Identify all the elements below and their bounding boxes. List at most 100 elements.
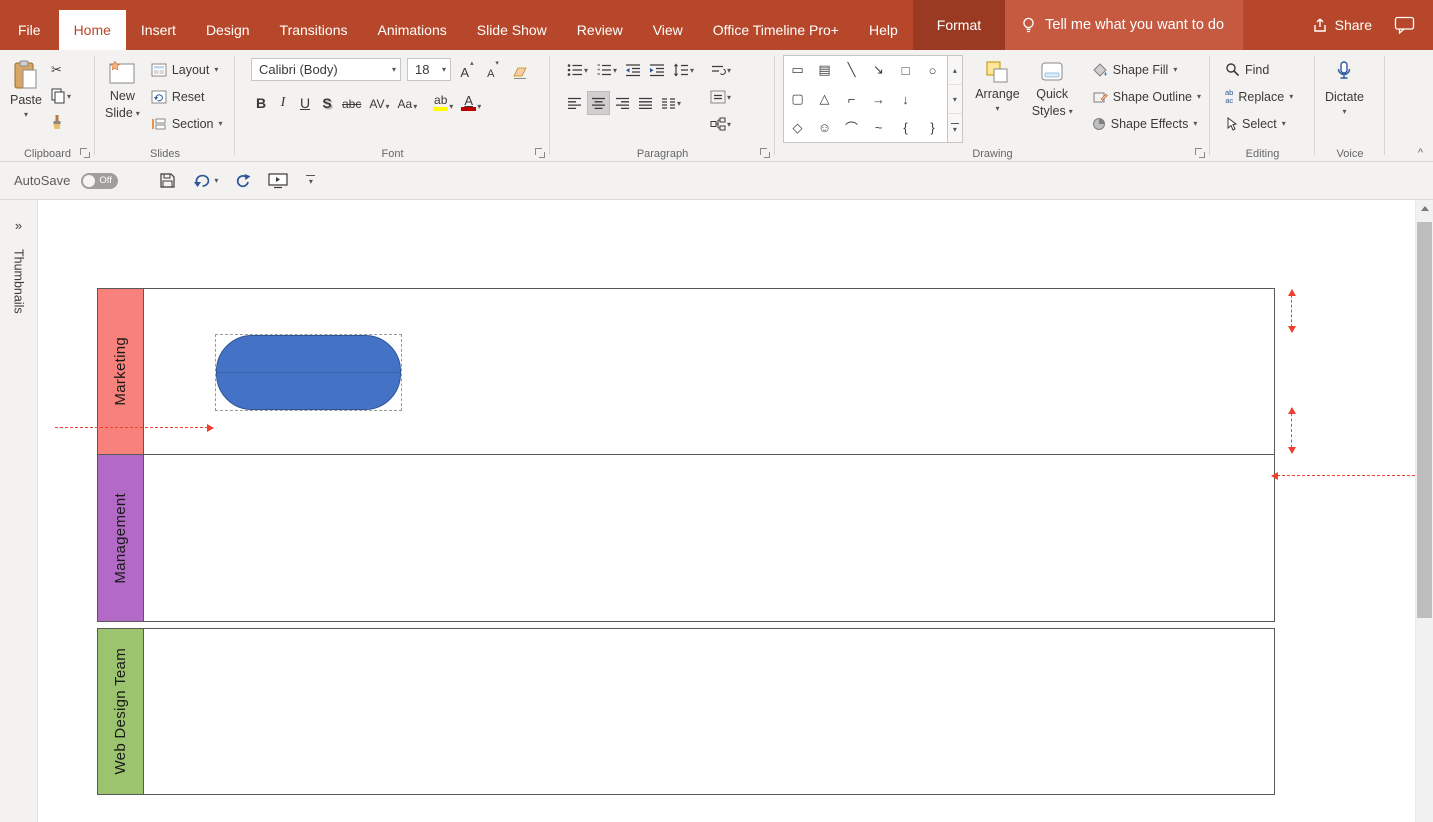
strikethrough-button[interactable]: abc bbox=[339, 89, 364, 112]
vertical-scrollbar[interactable] bbox=[1415, 200, 1433, 822]
new-slide-button[interactable]: New Slide▾ bbox=[99, 55, 146, 145]
scroll-up-button[interactable] bbox=[1416, 200, 1433, 217]
bold-button[interactable]: B bbox=[251, 89, 271, 112]
tell-me-box[interactable]: Tell me what you want to do bbox=[1005, 0, 1243, 50]
swimlane-web-design-team-header[interactable]: Web Design Team bbox=[98, 629, 144, 794]
scrollbar-thumb[interactable] bbox=[1417, 222, 1432, 618]
copy-button[interactable]: ▾ bbox=[48, 84, 74, 108]
font-color-button[interactable]: A▾ bbox=[458, 89, 484, 112]
tab-transitions[interactable]: Transitions bbox=[265, 10, 363, 50]
format-painter-button[interactable] bbox=[48, 110, 74, 134]
highlight-color-button[interactable]: ab▾ bbox=[430, 89, 456, 112]
shape-option[interactable]: ╲ bbox=[838, 56, 865, 85]
align-center-button[interactable] bbox=[587, 91, 610, 115]
text-direction-button[interactable]: ▾ bbox=[707, 58, 734, 82]
shape-option[interactable]: ○ bbox=[919, 56, 946, 85]
slide-canvas[interactable]: Marketing Management Web Design Team bbox=[38, 200, 1415, 822]
tab-help[interactable]: Help bbox=[854, 10, 913, 50]
paragraph-dialog-launcher[interactable] bbox=[760, 148, 770, 158]
shape-option[interactable]: ↘ bbox=[865, 56, 892, 85]
align-text-button[interactable]: ▾ bbox=[707, 85, 734, 109]
cut-button[interactable]: ✂ bbox=[48, 58, 74, 82]
start-slideshow-button[interactable] bbox=[265, 170, 291, 191]
tab-home[interactable]: Home bbox=[59, 10, 126, 50]
tab-animations[interactable]: Animations bbox=[362, 10, 461, 50]
shape-option[interactable]: ☺ bbox=[811, 113, 838, 142]
decrease-font-size-button[interactable]: A▾ bbox=[483, 58, 503, 81]
expand-thumbnails-button[interactable]: » bbox=[15, 218, 22, 233]
drawing-dialog-launcher[interactable] bbox=[1195, 148, 1205, 158]
tab-file[interactable]: File bbox=[0, 10, 59, 50]
align-right-button[interactable] bbox=[612, 91, 633, 115]
font-dialog-launcher[interactable] bbox=[535, 148, 545, 158]
comments-button[interactable] bbox=[1388, 0, 1433, 50]
italic-button[interactable]: I bbox=[273, 89, 293, 112]
align-left-button[interactable] bbox=[564, 91, 585, 115]
tab-office-timeline[interactable]: Office Timeline Pro+ bbox=[698, 10, 854, 50]
line-spacing-button[interactable]: ▾ bbox=[670, 58, 697, 82]
paste-button[interactable]: Paste ▾ bbox=[4, 55, 48, 145]
change-case-button[interactable]: Aa▾ bbox=[395, 89, 421, 112]
reset-button[interactable]: Reset bbox=[146, 84, 228, 109]
collapse-ribbon-button[interactable]: ^ bbox=[1418, 148, 1423, 159]
clear-formatting-button[interactable] bbox=[509, 58, 531, 81]
share-button[interactable]: Share bbox=[1296, 0, 1388, 50]
layout-button[interactable]: Layout▾ bbox=[146, 57, 228, 82]
shape-effects-button[interactable]: Shape Effects▾ bbox=[1087, 111, 1206, 136]
tab-slide-show[interactable]: Slide Show bbox=[462, 10, 562, 50]
numbering-button[interactable]: ▾ bbox=[593, 58, 620, 82]
increase-font-size-button[interactable]: A▴ bbox=[457, 58, 477, 81]
shape-option[interactable]: ▭ bbox=[784, 56, 811, 85]
font-family-select[interactable]: Calibri (Body)▾ bbox=[251, 58, 401, 81]
tab-format[interactable]: Format bbox=[913, 0, 1005, 50]
shapes-more-button[interactable]: ▾ bbox=[948, 114, 963, 142]
shape-option[interactable]: → bbox=[865, 85, 892, 114]
swimlane-management[interactable]: Management bbox=[97, 454, 1275, 622]
shape-option[interactable]: ⌒ bbox=[838, 113, 865, 142]
clipboard-dialog-launcher[interactable] bbox=[80, 148, 90, 158]
select-button[interactable]: Select▾ bbox=[1220, 111, 1311, 136]
customize-qat-button[interactable]: ▾ bbox=[306, 175, 315, 186]
shape-option[interactable]: □ bbox=[892, 56, 919, 85]
arrange-button[interactable]: Arrange ▾ bbox=[969, 55, 1025, 145]
shapes-scroll-down-button[interactable]: ▾ bbox=[948, 85, 963, 114]
shapes-scroll-up-button[interactable]: ▴ bbox=[948, 56, 963, 85]
tab-design[interactable]: Design bbox=[191, 10, 265, 50]
shape-option[interactable]: ↓ bbox=[892, 85, 919, 114]
shape-option[interactable]: ◇ bbox=[784, 113, 811, 142]
font-size-select[interactable]: 18▾ bbox=[407, 58, 451, 81]
character-spacing-button[interactable]: AV▾ bbox=[366, 89, 392, 112]
swimlane-marketing-header[interactable]: Marketing bbox=[98, 289, 144, 454]
shape-option[interactable]: } bbox=[919, 113, 946, 142]
justify-button[interactable] bbox=[635, 91, 656, 115]
quick-styles-button[interactable]: Quick Styles▾ bbox=[1026, 55, 1079, 145]
tab-review[interactable]: Review bbox=[562, 10, 638, 50]
convert-smartart-button[interactable]: ▾ bbox=[707, 112, 734, 136]
shape-option[interactable]: ▢ bbox=[784, 85, 811, 114]
section-button[interactable]: Section▾ bbox=[146, 111, 228, 136]
tab-insert[interactable]: Insert bbox=[126, 10, 191, 50]
shape-fill-button[interactable]: Shape Fill▾ bbox=[1087, 57, 1206, 82]
text-shadow-button[interactable]: S bbox=[317, 89, 337, 112]
swimlane-web-design-team[interactable]: Web Design Team bbox=[97, 628, 1275, 795]
shape-option[interactable]: △ bbox=[811, 85, 838, 114]
replace-button[interactable]: abacReplace▾ bbox=[1220, 84, 1311, 109]
increase-indent-button[interactable] bbox=[646, 58, 668, 82]
decrease-indent-button[interactable] bbox=[622, 58, 644, 82]
bullets-button[interactable]: ▾ bbox=[564, 58, 591, 82]
shape-option[interactable]: { bbox=[892, 113, 919, 142]
swimlane-management-header[interactable]: Management bbox=[98, 455, 144, 621]
shape-option[interactable]: ⌐ bbox=[838, 85, 865, 114]
tab-view[interactable]: View bbox=[638, 10, 698, 50]
autosave-toggle[interactable]: Off bbox=[81, 173, 118, 189]
shape-outline-button[interactable]: Shape Outline▾ bbox=[1087, 84, 1206, 109]
dictate-button[interactable]: Dictate ▾ bbox=[1319, 55, 1370, 145]
undo-button[interactable]: ▾ bbox=[190, 171, 221, 191]
repeat-button[interactable] bbox=[232, 171, 254, 191]
find-button[interactable]: Find bbox=[1220, 57, 1311, 82]
columns-button[interactable]: ▾ bbox=[658, 91, 684, 115]
save-button[interactable] bbox=[156, 170, 179, 191]
underline-button[interactable]: U bbox=[295, 89, 315, 112]
shape-option[interactable]: ▤ bbox=[811, 56, 838, 85]
shape-option[interactable]: ~ bbox=[865, 113, 892, 142]
